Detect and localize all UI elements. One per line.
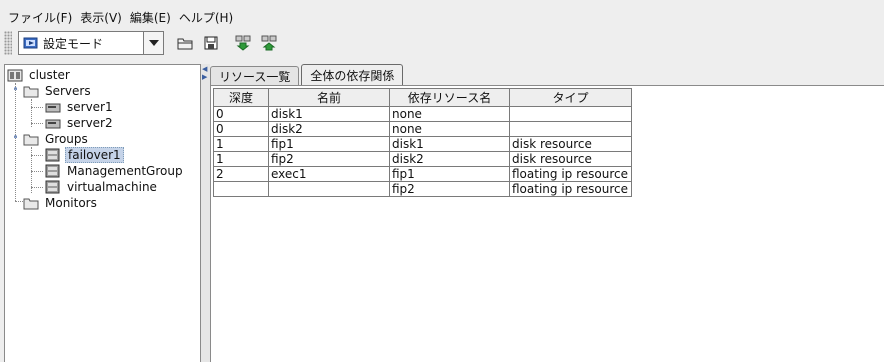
- table-cell: disk1: [268, 106, 390, 122]
- toolbar: 設定モード: [0, 26, 884, 60]
- table-cell: disk1: [389, 136, 510, 152]
- tree-node-server1[interactable]: server1: [45, 99, 115, 115]
- open-folder-button[interactable]: [174, 32, 196, 54]
- tab-overall-dependency[interactable]: 全体の依存関係: [301, 64, 404, 86]
- tree-node-virtualmachine[interactable]: virtualmachine: [45, 179, 159, 195]
- table-cell: 2: [213, 166, 269, 182]
- collapse-toggle-servers[interactable]: ⚬: [11, 86, 20, 95]
- mode-select[interactable]: 設定モード: [18, 31, 164, 55]
- table-row[interactable]: 2 exec1 fip1 floating ip resource: [213, 166, 632, 182]
- table-row[interactable]: 1 fip2 disk2 disk resource: [213, 151, 632, 167]
- table-cell: disk2: [389, 151, 510, 167]
- table-cell: [509, 106, 632, 122]
- tree-node-server2[interactable]: server2: [45, 115, 115, 131]
- table-cell: [268, 181, 390, 197]
- server-icon: [45, 119, 61, 128]
- mode-select-value: 設定モード: [19, 32, 143, 54]
- table-cell: floating ip resource: [509, 181, 632, 197]
- upload-button[interactable]: [258, 32, 280, 54]
- table-cell: disk resource: [509, 151, 632, 167]
- table-cell: 0: [213, 106, 269, 122]
- detail-pane: リソース一覧 全体の依存関係 深度 名前 依存リソース名 タイプ 0 disk1…: [210, 64, 884, 362]
- table-cell: fip1: [268, 136, 390, 152]
- table-row[interactable]: fip2 floating ip resource: [213, 181, 632, 197]
- collapse-left-icon[interactable]: ◀: [202, 66, 207, 73]
- folder-icon: [23, 86, 39, 97]
- download-button[interactable]: [232, 32, 254, 54]
- table-cell: [509, 121, 632, 137]
- collapse-toggle-groups[interactable]: ⚬: [11, 134, 20, 143]
- table-cell: [213, 181, 269, 197]
- download-icon: [235, 35, 251, 51]
- dependency-panel: 深度 名前 依存リソース名 タイプ 0 disk1 none 0 disk2 n…: [210, 85, 884, 362]
- table-row[interactable]: 0 disk2 none: [213, 121, 632, 137]
- expand-right-icon[interactable]: ▶: [202, 74, 207, 81]
- cluster-icon: [7, 69, 23, 82]
- group-icon: [45, 164, 60, 178]
- menu-edit[interactable]: 編集(E): [126, 9, 175, 26]
- table-row[interactable]: 1 fip1 disk1 disk resource: [213, 136, 632, 152]
- tab-bar: リソース一覧 全体の依存関係: [210, 64, 405, 86]
- column-header-depth[interactable]: 深度: [213, 88, 269, 107]
- column-header-dependency[interactable]: 依存リソース名: [389, 88, 510, 107]
- table-cell: 0: [213, 121, 269, 137]
- column-header-type[interactable]: タイプ: [509, 88, 632, 107]
- table-row[interactable]: 0 disk1 none: [213, 106, 632, 122]
- settings-mode-icon: [23, 37, 38, 49]
- folder-icon: [23, 134, 39, 145]
- menu-help[interactable]: ヘルプ(H): [175, 9, 237, 26]
- server-icon: [45, 103, 61, 112]
- mode-select-label: 設定モード: [43, 36, 104, 51]
- folder-icon: [23, 198, 39, 209]
- cluster-tree[interactable]: cluster ⚬ Servers server1 server2 ⚬ Grou…: [4, 64, 201, 362]
- tree-node-failover1[interactable]: failover1: [45, 147, 124, 163]
- tab-resource-list[interactable]: リソース一覧: [210, 66, 300, 86]
- table-cell: 1: [213, 136, 269, 152]
- dependency-table: 深度 名前 依存リソース名 タイプ 0 disk1 none 0 disk2 n…: [213, 88, 632, 197]
- table-cell: 1: [213, 151, 269, 167]
- table-cell: exec1: [268, 166, 390, 182]
- upload-icon: [261, 35, 277, 51]
- toolbar-grip[interactable]: [4, 31, 12, 55]
- save-button[interactable]: [200, 32, 222, 54]
- menu-file[interactable]: ファイル(F): [4, 9, 76, 26]
- open-folder-icon: [177, 38, 193, 50]
- table-cell: disk resource: [509, 136, 632, 152]
- menu-view[interactable]: 表示(V): [76, 9, 126, 26]
- table-cell: fip2: [389, 181, 510, 197]
- tree-node-managementgroup[interactable]: ManagementGroup: [45, 163, 185, 179]
- tree-node-cluster[interactable]: cluster: [7, 67, 72, 83]
- table-cell: fip1: [389, 166, 510, 182]
- table-cell: fip2: [268, 151, 390, 167]
- tree-node-monitors[interactable]: Monitors: [23, 195, 99, 211]
- chevron-down-icon[interactable]: [143, 32, 163, 54]
- tree-node-groups[interactable]: Groups: [23, 131, 90, 147]
- save-icon: [204, 36, 218, 50]
- group-icon: [45, 180, 60, 194]
- group-icon: [45, 148, 60, 162]
- column-header-name[interactable]: 名前: [268, 88, 390, 107]
- tree-node-servers[interactable]: Servers: [23, 83, 93, 99]
- table-cell: disk2: [268, 121, 390, 137]
- table-cell: none: [389, 121, 510, 137]
- table-cell: none: [389, 106, 510, 122]
- table-cell: floating ip resource: [509, 166, 632, 182]
- pane-splitter[interactable]: ◀ ▶: [201, 64, 210, 362]
